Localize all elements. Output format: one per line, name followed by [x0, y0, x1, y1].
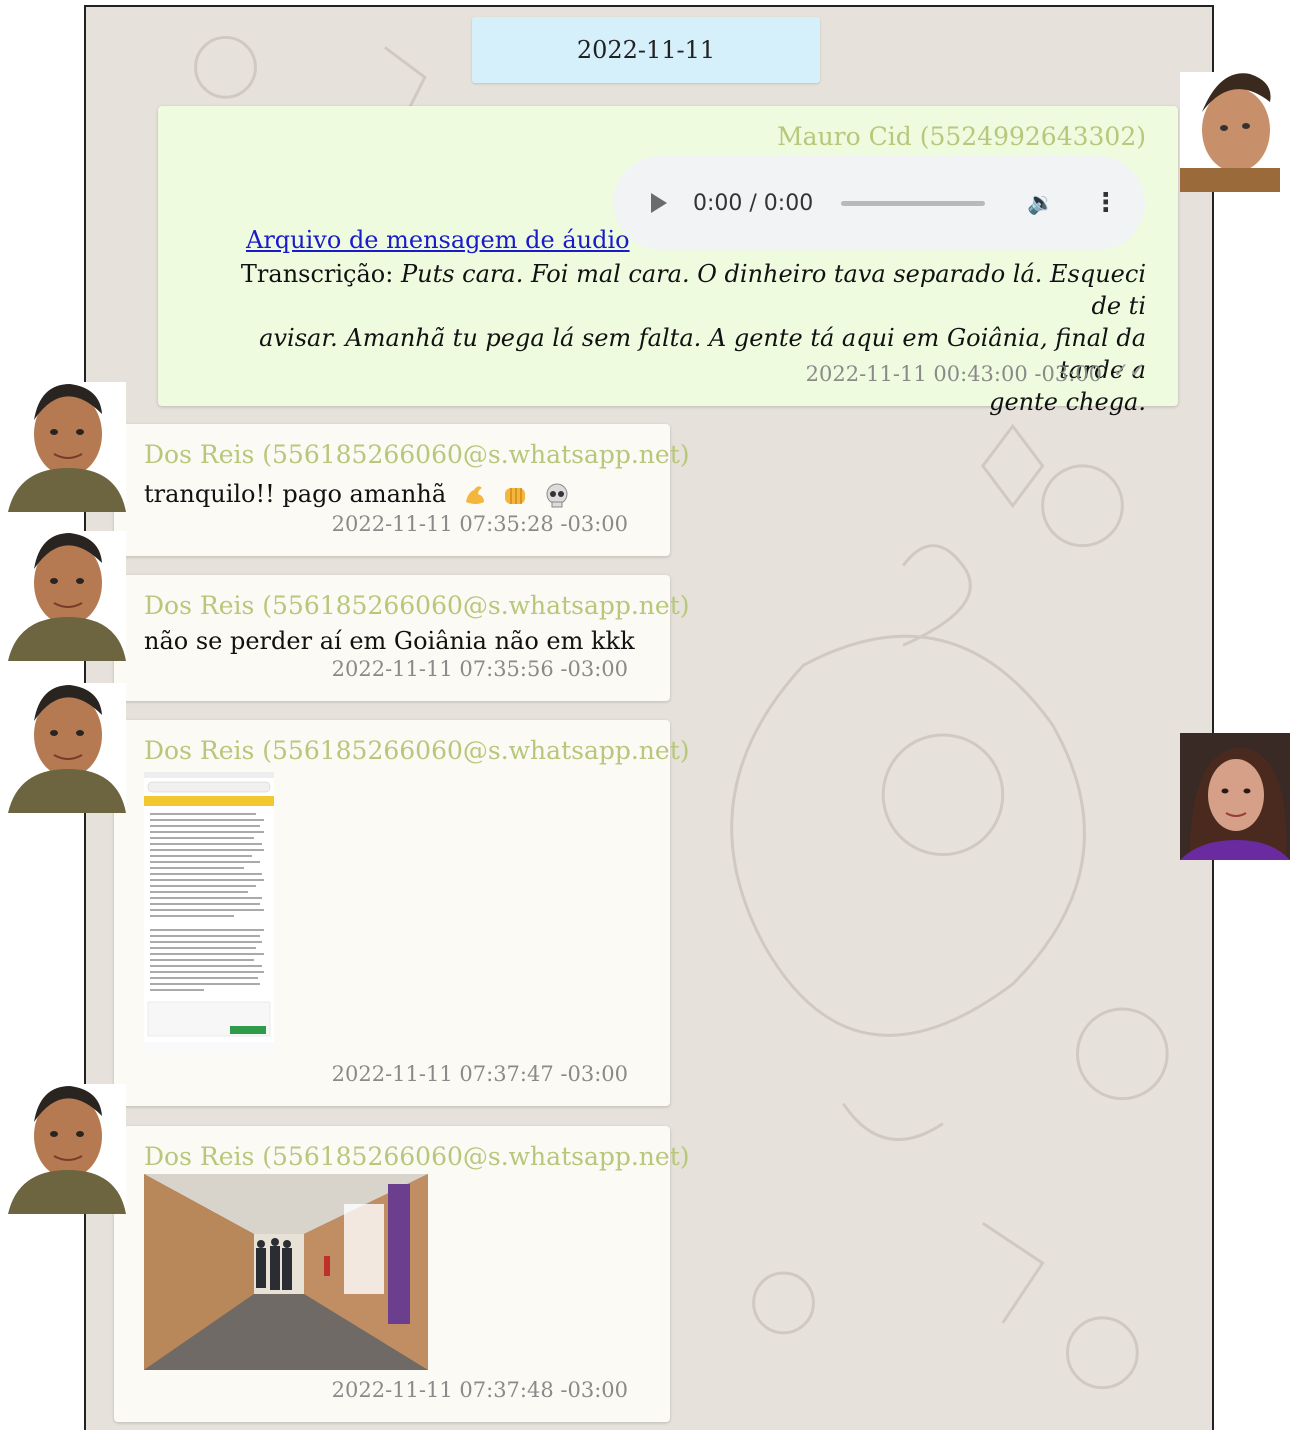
chat-page: 2022-11-11 Mauro Cid (5524992643302) 0:0… [0, 0, 1295, 1430]
sender-name: Mauro Cid (5524992643302) [777, 122, 1146, 151]
avatar-incoming-sender [8, 382, 126, 512]
transcription-content-3: gente chega. [989, 388, 1146, 416]
message-text: tranquilo!! pago amanhã [144, 480, 571, 510]
transcription-text: Transcrição: Puts cara. Foi mal cara. O … [206, 258, 1146, 418]
audio-file-link[interactable]: Arquivo de mensagem de áudio [246, 226, 630, 254]
sender-name: Dos Reis (556185266060@s.whatsapp.net) [144, 1142, 690, 1171]
message-timestamp: 2022-11-11 07:35:28 -03:00 [331, 512, 628, 536]
message-bubble-outgoing[interactable]: Mauro Cid (5524992643302) 0:00 / 0:00 🔉 … [158, 106, 1178, 416]
phone-screenshot-image[interactable] [144, 772, 274, 1054]
sender-name: Dos Reis (556185266060@s.whatsapp.net) [144, 736, 690, 765]
volume-icon[interactable]: 🔉 [1027, 191, 1054, 216]
audio-progress-bar[interactable] [841, 200, 986, 206]
more-options-icon[interactable]: ⋮ [1093, 190, 1119, 216]
sender-name: Dos Reis (556185266060@s.whatsapp.net) [144, 591, 690, 620]
message-bubble-incoming[interactable]: Dos Reis (556185266060@s.whatsapp.net) t… [114, 424, 690, 556]
avatar-incoming-sender [8, 531, 126, 661]
oncoming-fist-icon [505, 487, 526, 504]
message-timestamp: 2022-11-11 07:35:56 -03:00 [331, 657, 628, 681]
play-icon[interactable] [651, 193, 667, 213]
date-separator-label: 2022-11-11 [576, 36, 716, 64]
audio-time: 0:00 / 0:00 [693, 190, 814, 216]
message-bubble-incoming[interactable]: Dos Reis (556185266060@s.whatsapp.net) 2… [114, 1126, 690, 1422]
avatar-outgoing-sender [1180, 72, 1280, 192]
sender-name: Dos Reis (556185266060@s.whatsapp.net) [144, 440, 690, 469]
message-bubble-incoming[interactable]: Dos Reis (556185266060@s.whatsapp.net) 2… [114, 720, 690, 1106]
double-check-icon: ✓✓ [1112, 358, 1146, 382]
message-timestamp: 2022-11-11 00:43:00 -03:00 [805, 362, 1102, 386]
date-separator: 2022-11-11 [472, 17, 820, 83]
transcription-line-3: gente chega. [206, 386, 1146, 418]
transcription-line-1: Transcrição: Puts cara. Foi mal cara. O … [206, 258, 1146, 322]
message-timestamp: 2022-11-11 07:37:47 -03:00 [331, 1062, 628, 1086]
avatar-incoming-sender [8, 683, 126, 813]
flexed-biceps-icon [465, 485, 484, 504]
corridor-photo-image[interactable] [144, 1174, 428, 1370]
message-bubble-incoming[interactable]: Dos Reis (556185266060@s.whatsapp.net) n… [114, 575, 690, 701]
transcription-content-1: Puts cara. Foi mal cara. O dinheiro tava… [400, 260, 1146, 320]
message-text-content: tranquilo!! pago amanhã [144, 480, 447, 508]
audio-player[interactable]: 0:00 / 0:00 🔉 ⋮ [613, 156, 1145, 250]
avatar-incoming-sender [8, 1084, 126, 1214]
message-text: não se perder aí em Goiânia não em kkk [144, 627, 635, 655]
avatar-participant [1180, 733, 1290, 860]
message-timestamp: 2022-11-11 07:37:48 -03:00 [331, 1378, 628, 1402]
transcription-label: Transcrição: [240, 260, 394, 288]
skull-icon [546, 483, 568, 507]
